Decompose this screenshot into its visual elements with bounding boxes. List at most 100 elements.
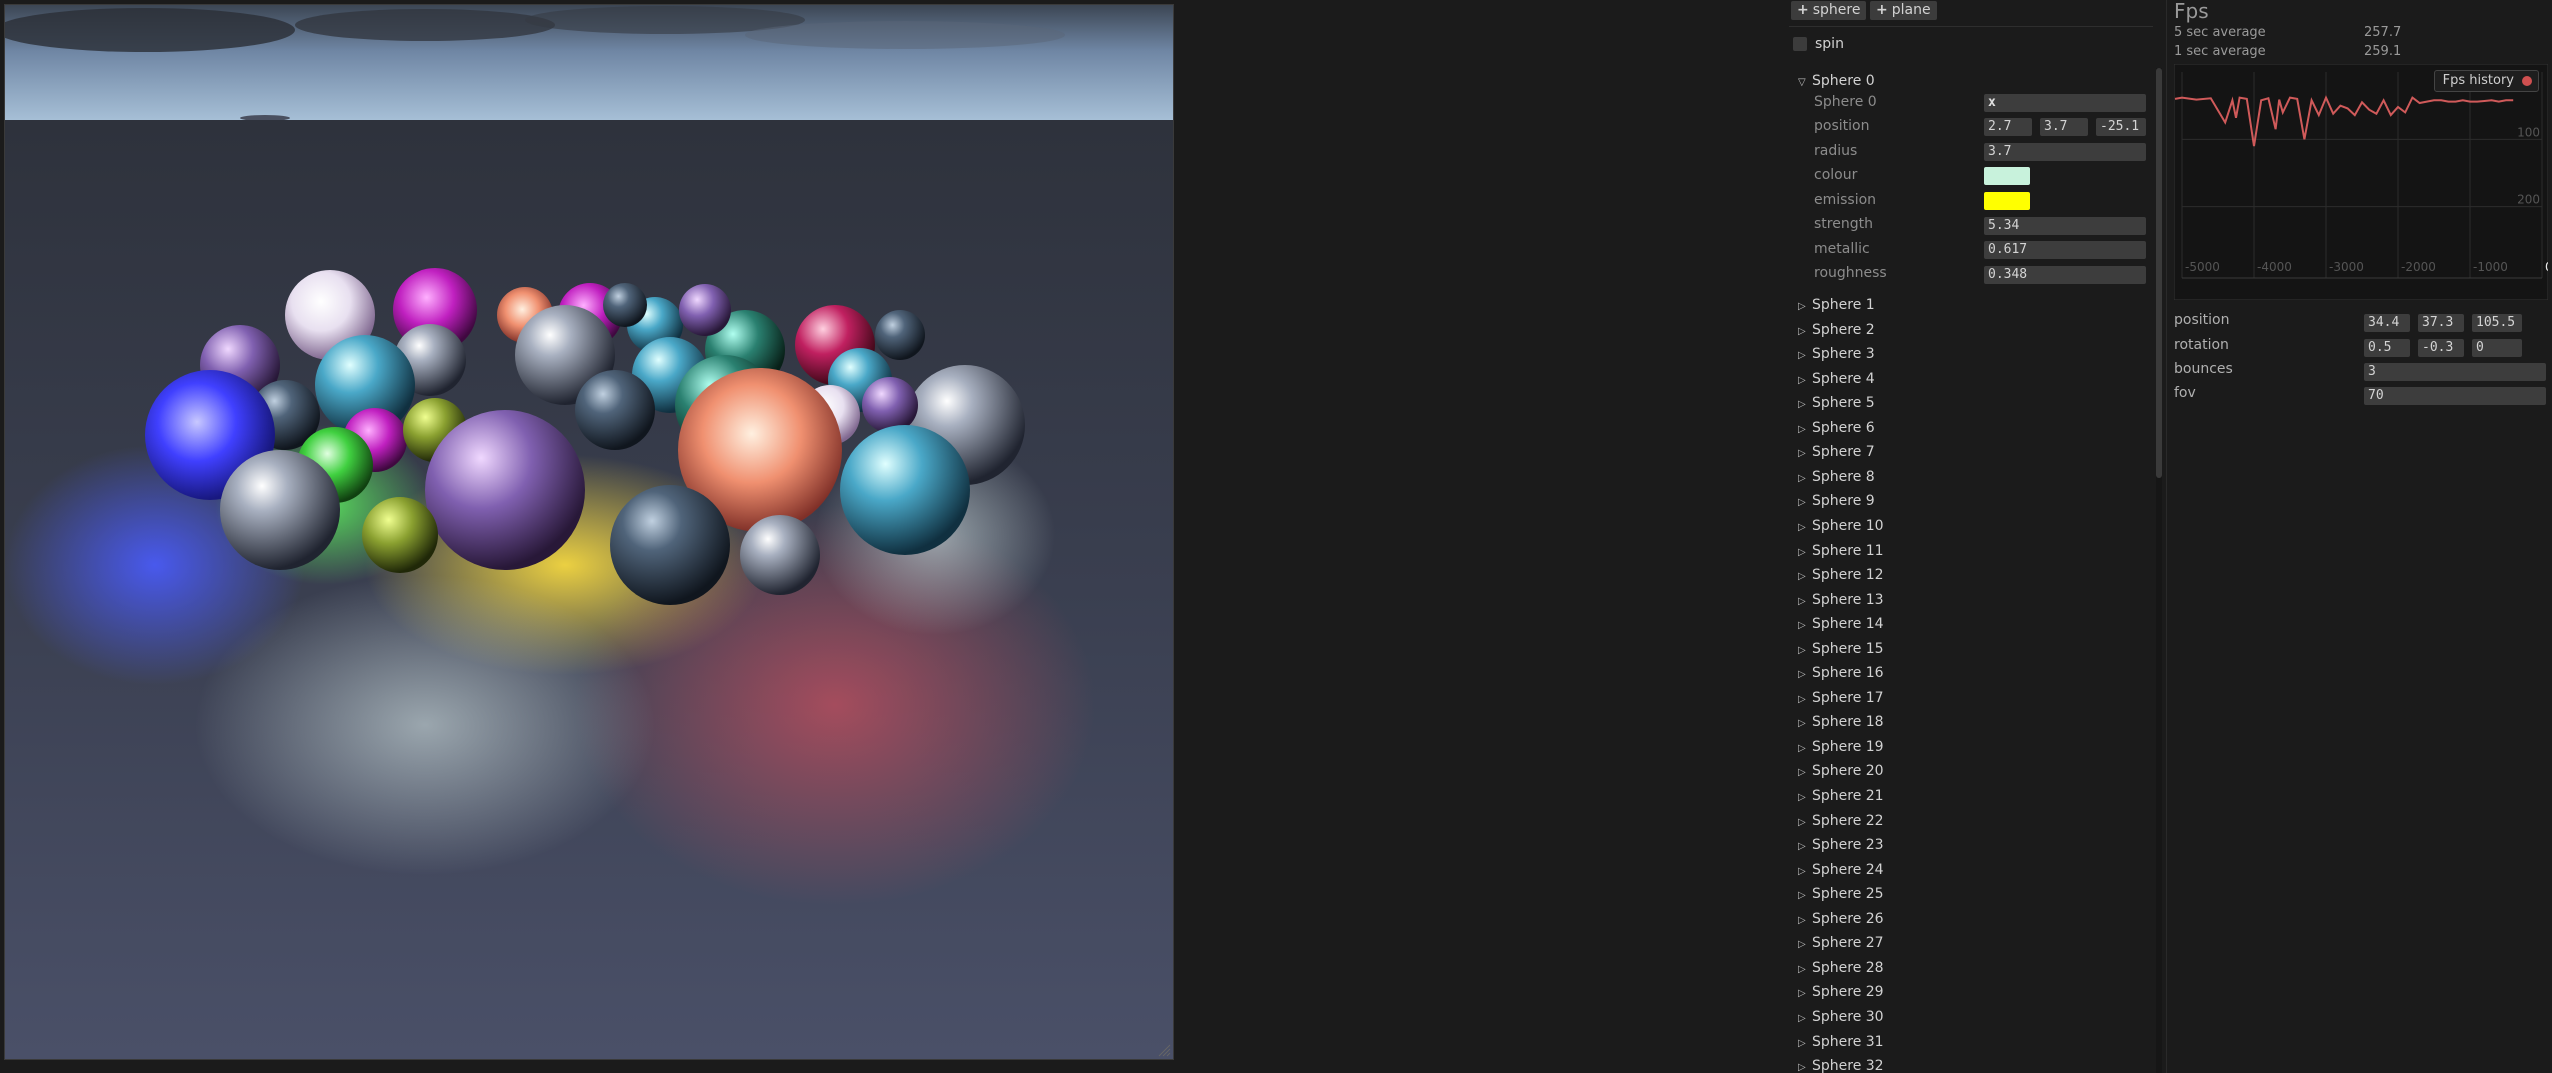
add-sphere-button[interactable]: + sphere bbox=[1791, 1, 1867, 20]
sphere-list-item[interactable]: ▷ Sphere 1 bbox=[1798, 294, 1875, 316]
sphere-list-item[interactable]: ▷ Sphere 23 bbox=[1798, 834, 1884, 856]
sphere-list-item[interactable]: ▷ Sphere 22 bbox=[1798, 810, 1884, 832]
sphere-item-label: Sphere 10 bbox=[1812, 517, 1884, 534]
fps-title: Fps bbox=[2174, 0, 2209, 23]
emission-swatch[interactable] bbox=[1984, 192, 2030, 210]
y-tick-label: 200 bbox=[2517, 193, 2540, 207]
spin-checkbox[interactable] bbox=[1793, 37, 1807, 51]
sphere-list-item[interactable]: ▷ Sphere 6 bbox=[1798, 417, 1875, 439]
sphere-item-label: Sphere 32 bbox=[1812, 1058, 1884, 1073]
sphere-list-item[interactable]: ▷ Sphere 8 bbox=[1798, 466, 1875, 488]
expand-triangle-icon: ▷ bbox=[1798, 644, 1806, 656]
camera-position-z-field[interactable]: 105.5 bbox=[2472, 314, 2522, 332]
sphere-list-item[interactable]: ▷ Sphere 21 bbox=[1798, 785, 1884, 807]
sphere-list-item[interactable]: ▷ Sphere 16 bbox=[1798, 662, 1884, 684]
position-y-field[interactable]: 3.7 bbox=[2040, 118, 2088, 136]
metallic-field[interactable]: 0.617 bbox=[1984, 241, 2146, 259]
metallic-label: metallic bbox=[1814, 241, 1870, 257]
expand-triangle-icon: ▷ bbox=[1798, 865, 1806, 877]
sphere-item-label: Sphere 31 bbox=[1812, 1033, 1884, 1050]
expand-triangle-icon: ▷ bbox=[1798, 521, 1806, 533]
expand-triangle-icon: ▷ bbox=[1798, 1062, 1806, 1073]
sphere-list-item[interactable]: ▷ Sphere 24 bbox=[1798, 859, 1884, 881]
sphere-item-label: Sphere 28 bbox=[1812, 959, 1884, 976]
sphere-list-item[interactable]: ▷ Sphere 4 bbox=[1798, 368, 1875, 390]
sphere-list-item[interactable]: ▷ Sphere 26 bbox=[1798, 908, 1884, 930]
expand-triangle-icon: ▷ bbox=[1798, 497, 1806, 509]
camera-rotation-z-field[interactable]: 0 bbox=[2472, 339, 2522, 357]
sphere-list-item[interactable]: ▷ Sphere 2 bbox=[1798, 319, 1875, 341]
plus-icon: + bbox=[1797, 2, 1809, 18]
sphere-list-item[interactable]: ▷ Sphere 3 bbox=[1798, 343, 1875, 365]
sphere-item-label: Sphere 4 bbox=[1812, 370, 1875, 387]
sphere-list-item[interactable]: ▷ Sphere 10 bbox=[1798, 515, 1884, 537]
avg1-label: 1 sec average bbox=[2174, 44, 2266, 59]
fps-history-plot[interactable]: -5000 -4000 -3000 -2000 -1000 0 200 100 bbox=[2174, 64, 2548, 300]
sphere-list-item[interactable]: ▷ Sphere 20 bbox=[1798, 760, 1884, 782]
spin-toggle[interactable]: spin bbox=[1793, 35, 1844, 53]
expand-triangle-icon: ▷ bbox=[1798, 914, 1806, 926]
expand-triangle-icon: ▷ bbox=[1798, 669, 1806, 681]
expand-triangle-icon: ▷ bbox=[1798, 890, 1806, 902]
expand-triangle-icon: ▷ bbox=[1798, 301, 1806, 312]
sphere-list-item[interactable]: ▷ Sphere 18 bbox=[1798, 711, 1884, 733]
sphere-list-item[interactable]: ▷ Sphere 19 bbox=[1798, 736, 1884, 758]
y-tick-label: 100 bbox=[2517, 125, 2540, 139]
sphere-item-label: Sphere 23 bbox=[1812, 837, 1884, 854]
spin-label: spin bbox=[1815, 36, 1844, 52]
fov-field[interactable]: 70 bbox=[2364, 387, 2546, 405]
sphere-list-item[interactable]: ▷ Sphere 32 bbox=[1798, 1055, 1884, 1073]
colour-swatch[interactable] bbox=[1984, 167, 2030, 185]
expand-triangle-icon: ▷ bbox=[1798, 374, 1806, 386]
expand-triangle-icon: ▷ bbox=[1798, 718, 1806, 730]
sphere-list-item[interactable]: ▷ Sphere 31 bbox=[1798, 1031, 1884, 1053]
sphere-list-item[interactable]: ▷ Sphere 29 bbox=[1798, 981, 1884, 1003]
sphere-item-label: Sphere 8 bbox=[1812, 468, 1875, 485]
roughness-label: roughness bbox=[1814, 265, 1887, 281]
camera-rotation-x-field[interactable]: 0.5 bbox=[2364, 339, 2410, 357]
x-tick-label: -1000 bbox=[2473, 260, 2508, 274]
sphere-list-item[interactable]: ▷ Sphere 30 bbox=[1798, 1006, 1884, 1028]
sphere-list-item[interactable]: ▷ Sphere 28 bbox=[1798, 957, 1884, 979]
scene-panel: + sphere + plane spin ▽ Sphere 0 Sphere 0 x… bbox=[1783, 0, 2165, 1073]
radius-field[interactable]: 3.7 bbox=[1984, 143, 2146, 161]
sphere-list-item[interactable]: ▷ Sphere 15 bbox=[1798, 638, 1884, 660]
sphere-list-item[interactable]: ▷ Sphere 7 bbox=[1798, 441, 1875, 463]
expand-triangle-icon: ▷ bbox=[1798, 963, 1806, 975]
strength-field[interactable]: 5.34 bbox=[1984, 217, 2146, 235]
sphere-item-label: Sphere 19 bbox=[1812, 738, 1884, 755]
camera-position-y-field[interactable]: 37.3 bbox=[2418, 314, 2464, 332]
camera-rotation-y-field[interactable]: -0.3 bbox=[2418, 339, 2464, 357]
avg1-value: 259.1 bbox=[2364, 44, 2402, 59]
sphere-list-item[interactable]: ▷ Sphere 11 bbox=[1798, 540, 1884, 562]
roughness-field[interactable]: 0.348 bbox=[1984, 266, 2146, 284]
sphere-item-label: Sphere 5 bbox=[1812, 395, 1875, 412]
sphere-list-item[interactable]: ▷ Sphere 12 bbox=[1798, 564, 1884, 586]
expand-triangle-icon: ▷ bbox=[1798, 595, 1806, 607]
sphere-name-field[interactable]: x bbox=[1984, 94, 2146, 112]
position-x-field[interactable]: 2.7 bbox=[1984, 118, 2032, 136]
sphere-list-item[interactable]: ▷ Sphere 13 bbox=[1798, 589, 1884, 611]
position-label: position bbox=[1814, 118, 1870, 134]
expand-triangle-icon: ▷ bbox=[1798, 841, 1806, 853]
sphere-list-item[interactable]: ▷ Sphere 25 bbox=[1798, 883, 1884, 905]
bounces-field[interactable]: 3 bbox=[2364, 363, 2546, 381]
camera-position-x-field[interactable]: 34.4 bbox=[2364, 314, 2410, 332]
scrollbar-thumb[interactable] bbox=[2156, 68, 2162, 478]
sphere-list-item[interactable]: ▷ Sphere 14 bbox=[1798, 613, 1884, 635]
expand-triangle-icon: ▷ bbox=[1798, 792, 1806, 803]
sphere-0-header[interactable]: ▽ Sphere 0 bbox=[1798, 70, 1875, 92]
position-z-field[interactable]: -25.1 bbox=[2096, 118, 2146, 136]
add-plane-button[interactable]: + plane bbox=[1870, 1, 1937, 20]
sphere-list-item[interactable]: ▷ Sphere 5 bbox=[1798, 392, 1875, 414]
render-viewport[interactable] bbox=[4, 4, 1174, 1060]
camera-position-label: position bbox=[2174, 312, 2230, 328]
avg5-value: 257.7 bbox=[2364, 25, 2402, 40]
sphere-list-item[interactable]: ▷ Sphere 17 bbox=[1798, 687, 1884, 709]
expand-triangle-icon: ▷ bbox=[1798, 620, 1806, 632]
resize-handle-icon[interactable] bbox=[1157, 1043, 1171, 1057]
delete-icon[interactable]: x bbox=[1988, 95, 1996, 110]
fps-legend[interactable]: Fps history bbox=[2433, 70, 2539, 92]
sphere-list-item[interactable]: ▷ Sphere 27 bbox=[1798, 932, 1884, 954]
sphere-list-item[interactable]: ▷ Sphere 9 bbox=[1798, 490, 1875, 512]
